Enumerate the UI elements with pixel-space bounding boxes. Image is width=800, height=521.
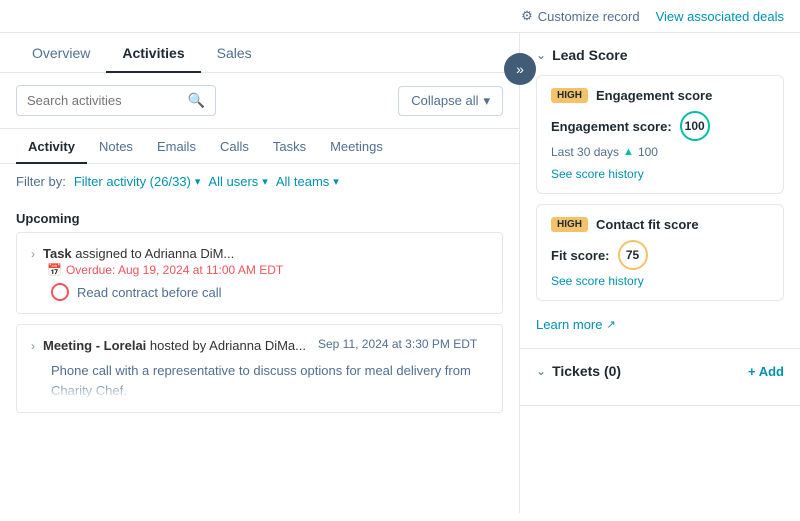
tickets-section: ⌄ Tickets (0) + Add xyxy=(520,349,800,406)
lead-score-title: Lead Score xyxy=(552,47,627,63)
engagement-score-value: 100 xyxy=(680,111,710,141)
meeting-title: Meeting - Lorelai hosted by Adrianna DiM… xyxy=(43,337,306,355)
filter-activity-btn[interactable]: Filter activity (26/33) ▾ xyxy=(74,174,201,189)
external-link-icon: ↗ xyxy=(606,318,615,331)
tab-overview[interactable]: Overview xyxy=(16,33,106,73)
gear-icon: ⚙ xyxy=(521,8,533,24)
tickets-title: Tickets (0) xyxy=(552,363,621,379)
engagement-score-row: Engagement score: 100 xyxy=(551,111,769,141)
engagement-score-sub: Last 30 days ▲ 100 xyxy=(551,145,769,159)
engagement-card-header: HIGH Engagement score xyxy=(551,88,769,103)
engagement-score-card-title: Engagement score xyxy=(596,88,712,103)
lead-score-section: ⌄ Lead Score HIGH Engagement score Engag… xyxy=(520,33,800,349)
chevron-down-icon: ▾ xyxy=(333,175,339,188)
tab-activities[interactable]: Activities xyxy=(106,33,200,73)
overdue-badge: 📅 Overdue: Aug 19, 2024 at 11:00 AM EDT xyxy=(47,263,488,277)
view-associated-deals-link[interactable]: View associated deals xyxy=(656,9,784,24)
fit-score-label: Fit score: xyxy=(551,248,610,263)
meeting-description: Phone call with a representative to disc… xyxy=(31,361,488,400)
high-badge: HIGH xyxy=(551,88,588,103)
filter-teams-btn[interactable]: All teams ▾ xyxy=(276,174,339,189)
task-title: Task assigned to Adrianna DiM... xyxy=(43,246,234,261)
activity-tab-calls[interactable]: Calls xyxy=(208,129,261,164)
main-layout: Overview Activities Sales » 🔍 Collapse a… xyxy=(0,33,800,513)
search-input[interactable] xyxy=(27,93,180,108)
chevron-right-icon[interactable]: › xyxy=(31,339,35,353)
tab-sales[interactable]: Sales xyxy=(201,33,268,73)
activity-tabs-bar: Activity Notes Emails Calls Tasks Meetin… xyxy=(0,129,519,164)
activity-list: › Task assigned to Adrianna DiM... 📅 Ove… xyxy=(0,232,519,513)
expand-icon: » xyxy=(516,61,520,77)
engagement-score-label: Engagement score: xyxy=(551,119,672,134)
upcoming-label: Upcoming xyxy=(0,199,519,232)
contact-fit-score-card: HIGH Contact fit score Fit score: 75 See… xyxy=(536,204,784,301)
main-tabs-bar: Overview Activities Sales xyxy=(0,33,519,73)
see-fit-history-link[interactable]: See score history xyxy=(551,274,769,288)
activity-tab-emails[interactable]: Emails xyxy=(145,129,208,164)
task-text: Read contract before call xyxy=(77,285,222,300)
contact-fit-score-row: Fit score: 75 xyxy=(551,240,769,270)
arrow-up-icon: ▲ xyxy=(623,146,634,158)
top-bar: ⚙ Customize record View associated deals xyxy=(0,0,800,33)
calendar-icon: 📅 xyxy=(47,263,62,277)
filter-label: Filter by: xyxy=(16,174,66,189)
customize-record-label: Customize record xyxy=(538,9,640,24)
task-complete-btn[interactable] xyxy=(51,283,69,301)
engagement-score-card: HIGH Engagement score Engagement score: … xyxy=(536,75,784,194)
contact-fit-score-card-title: Contact fit score xyxy=(596,217,699,232)
learn-more-link[interactable]: Learn more ↗ xyxy=(536,311,784,334)
lead-score-header: ⌄ Lead Score xyxy=(536,47,784,63)
filter-users-btn[interactable]: All users ▾ xyxy=(208,174,267,189)
search-icon: 🔍 xyxy=(188,92,205,109)
tickets-section-header: ⌄ Tickets (0) + Add xyxy=(536,363,784,379)
search-box[interactable]: 🔍 xyxy=(16,85,216,116)
see-engagement-history-link[interactable]: See score history xyxy=(551,167,769,181)
chevron-down-icon: ▾ xyxy=(195,175,201,188)
left-panel: Overview Activities Sales » 🔍 Collapse a… xyxy=(0,33,520,513)
collapse-all-button[interactable]: Collapse all ▾ xyxy=(398,86,503,116)
add-ticket-btn[interactable]: + Add xyxy=(748,364,784,379)
activity-card-meeting: › Meeting - Lorelai hosted by Adrianna D… xyxy=(16,324,503,413)
chevron-down-icon: ▾ xyxy=(262,175,268,188)
activity-tab-notes[interactable]: Notes xyxy=(87,129,145,164)
activity-card-task: › Task assigned to Adrianna DiM... 📅 Ove… xyxy=(16,232,503,314)
right-panel: ⌄ Lead Score HIGH Engagement score Engag… xyxy=(520,33,800,513)
high-badge: HIGH xyxy=(551,217,588,232)
chevron-right-icon[interactable]: › xyxy=(31,247,35,261)
meeting-date: Sep 11, 2024 at 3:30 PM EDT xyxy=(318,337,477,351)
filter-bar: Filter by: Filter activity (26/33) ▾ All… xyxy=(0,164,519,199)
task-sub-row: Read contract before call xyxy=(31,283,488,301)
chevron-down-icon[interactable]: ⌄ xyxy=(536,48,546,62)
chevron-down-icon[interactable]: ⌄ xyxy=(536,364,546,378)
customize-record-btn[interactable]: ⚙ Customize record xyxy=(521,8,640,24)
activity-tab-tasks[interactable]: Tasks xyxy=(261,129,318,164)
activity-tab-meetings[interactable]: Meetings xyxy=(318,129,395,164)
activity-tab-activity[interactable]: Activity xyxy=(16,129,87,164)
chevron-down-icon: ▾ xyxy=(483,93,490,109)
contact-fit-card-header: HIGH Contact fit score xyxy=(551,217,769,232)
fit-score-value: 75 xyxy=(618,240,648,270)
search-collapse-bar: 🔍 Collapse all ▾ xyxy=(0,73,519,129)
